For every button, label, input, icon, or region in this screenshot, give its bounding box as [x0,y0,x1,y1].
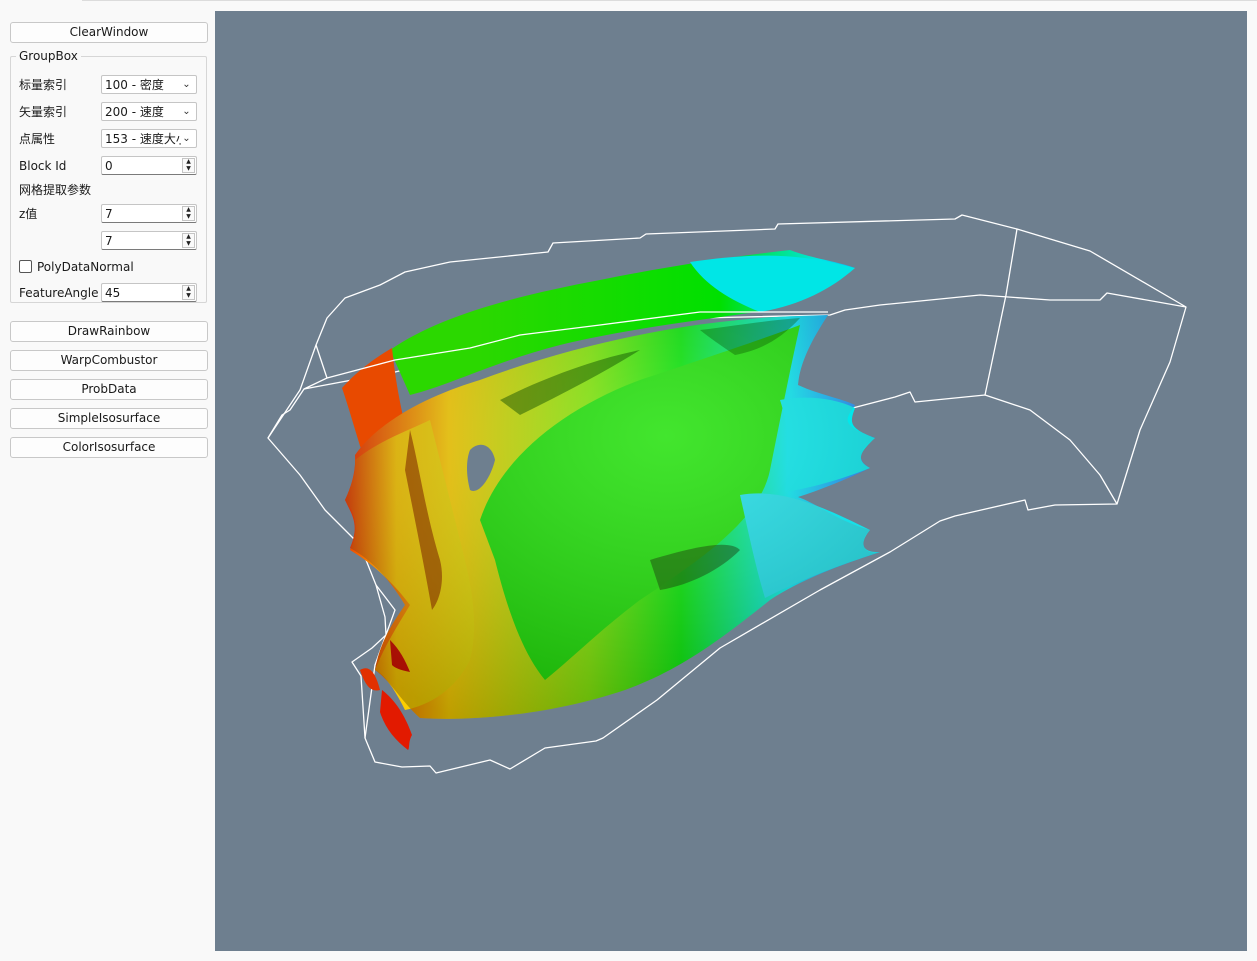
block-id-value: 0 [105,159,113,173]
feature-angle-label: FeatureAngle [19,286,99,300]
vector-index-label: 矢量索引 [19,105,68,119]
z-value-2: 7 [105,234,113,248]
point-attr-label: 点属性 [19,132,56,146]
polydata-normal-label: PolyDataNormal [37,260,134,274]
isosurface-scene [267,214,1187,774]
isosurface-red-edge-3 [360,668,380,691]
z-value-label: z值 [19,207,38,221]
isosurface [342,250,880,750]
warp-combustor-button[interactable]: WarpCombustor [10,350,208,371]
draw-rainbow-button[interactable]: DrawRainbow [10,321,208,342]
block-id-label: Block Id [19,159,67,173]
window-top-edge [82,0,1257,1]
point-attr-select[interactable]: 153 - 速度大小 ⌄ [101,129,197,148]
z-value-1: 7 [105,207,113,221]
spin-down-icon[interactable]: ▼ [183,241,194,247]
clear-window-button[interactable]: ClearWindow [10,22,208,43]
groupbox-title: GroupBox [16,48,81,64]
scalar-index-label: 标量索引 [19,78,68,92]
simple-isosurface-button[interactable]: SimpleIsosurface [10,408,208,429]
grid-params-label: 网格提取参数 [19,183,92,197]
scalar-index-select[interactable]: 100 - 密度 ⌄ [101,75,197,94]
prob-data-button[interactable]: ProbData [10,379,208,400]
feature-angle-value: 45 [105,286,121,300]
spin-buttons: ▲ ▼ [182,233,195,248]
color-isosurface-button[interactable]: ColorIsosurface [10,437,208,458]
feature-angle-spinbox[interactable]: 45 ▲ ▼ [101,283,197,302]
scalar-index-value: 100 - 密度 [105,78,164,92]
chevron-down-icon: ⌄ [182,106,191,117]
vector-index-select[interactable]: 200 - 速度 ⌄ [101,102,197,121]
render-viewport[interactable] [215,11,1247,951]
vector-index-value: 200 - 速度 [105,105,164,119]
polydata-normal-checkbox[interactable] [19,260,32,273]
control-panel: ClearWindow GroupBox 标量索引 100 - 密度 ⌄ 矢量索… [0,0,215,961]
spin-down-icon[interactable]: ▼ [183,166,194,172]
point-attr-value: 153 - 速度大小 [105,132,181,146]
chevron-down-icon: ⌄ [182,133,191,144]
z-value-spinbox-2[interactable]: 7 ▲ ▼ [101,231,197,250]
spin-down-icon[interactable]: ▼ [183,293,194,299]
spin-buttons: ▲ ▼ [182,285,195,300]
spin-buttons: ▲ ▼ [182,158,195,173]
spin-buttons: ▲ ▼ [182,206,195,221]
spin-down-icon[interactable]: ▼ [183,214,194,220]
block-id-spinbox[interactable]: 0 ▲ ▼ [101,156,197,175]
z-value-spinbox-1[interactable]: 7 ▲ ▼ [101,204,197,223]
chevron-down-icon: ⌄ [182,79,191,90]
